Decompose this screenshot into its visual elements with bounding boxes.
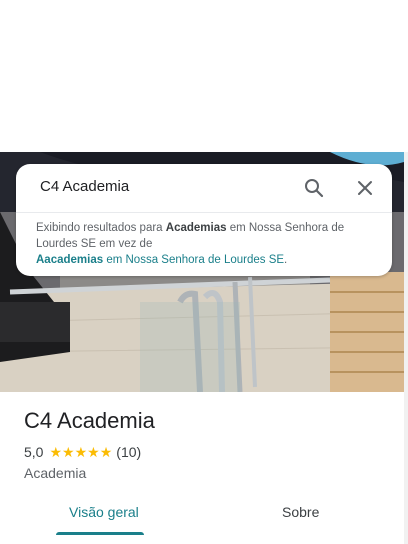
tab-overview[interactable]: Visão geral xyxy=(69,504,139,520)
place-title: C4 Academia xyxy=(24,408,155,433)
place-category[interactable]: Academia xyxy=(24,465,86,481)
suggestion-prefix: Exibindo resultados para xyxy=(36,222,166,234)
place-page: C4 Academia Exibindo resultados para Aca… xyxy=(0,0,408,544)
star-icon: ★ xyxy=(74,444,88,460)
search-input[interactable]: C4 Academia xyxy=(40,178,129,195)
original-query-link[interactable]: Aacademias em Nossa Senhora de Lourdes S… xyxy=(36,254,284,266)
original-term[interactable]: Aacademias xyxy=(36,254,103,266)
suggestion-period: . xyxy=(284,254,288,266)
rating-stars: ★ ★ ★ ★ ★ xyxy=(49,445,112,459)
active-tab-indicator xyxy=(56,532,144,535)
original-suffix[interactable]: em Nossa Senhora de Lourdes SE xyxy=(103,254,284,266)
rating-row[interactable]: 5,0 ★ ★ ★ ★ ★ (10) xyxy=(24,444,141,460)
corrected-term: Academias xyxy=(165,222,227,234)
tab-about[interactable]: Sobre xyxy=(282,504,319,520)
scrollbar[interactable] xyxy=(404,152,408,544)
star-icon: ★ xyxy=(87,444,100,460)
spelling-suggestion: Exibindo resultados para Academias em No… xyxy=(36,220,376,268)
search-bar[interactable]: C4 Academia xyxy=(16,164,392,213)
review-count[interactable]: (10) xyxy=(116,444,141,460)
place-tabs: Visão geral Sobre xyxy=(0,496,404,544)
rating-value: 5,0 xyxy=(24,444,44,460)
close-icon[interactable] xyxy=(353,176,377,200)
star-icon: ★ xyxy=(99,444,113,460)
star-icon: ★ xyxy=(49,444,63,460)
star-icon: ★ xyxy=(62,444,75,460)
search-icon[interactable] xyxy=(302,176,326,200)
search-card: C4 Academia Exibindo resultados para Aca… xyxy=(16,164,392,276)
